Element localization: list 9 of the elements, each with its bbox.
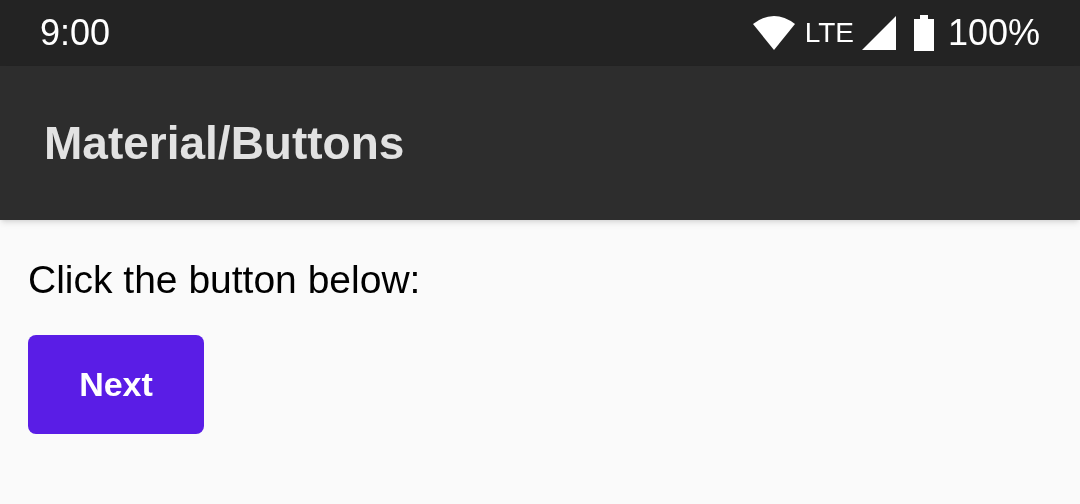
status-time: 9:00: [40, 11, 111, 55]
wifi-icon: [752, 16, 795, 50]
network-label: LTE: [804, 16, 854, 50]
battery-percent: 100%: [947, 11, 1040, 55]
signal-icon: [861, 16, 896, 50]
next-button[interactable]: Next: [28, 335, 204, 434]
prompt-text: Click the button below:: [28, 257, 421, 303]
app-bar-title: Material/Buttons: [44, 115, 405, 171]
battery-icon: [913, 15, 934, 51]
